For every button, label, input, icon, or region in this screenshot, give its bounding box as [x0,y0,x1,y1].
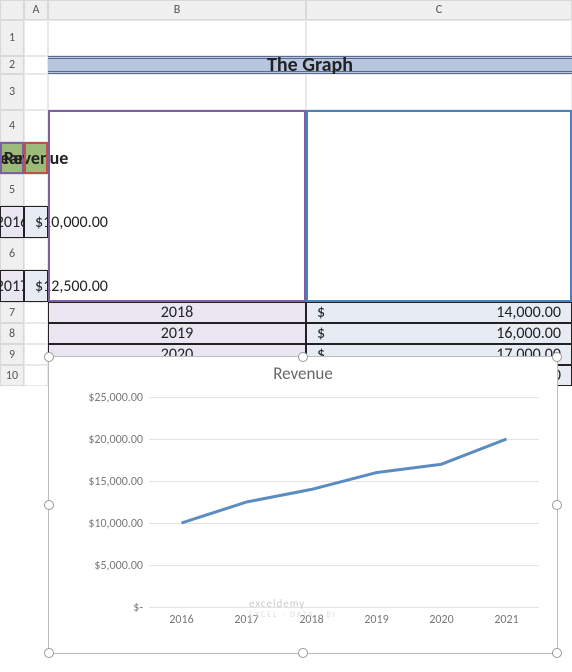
y-tick-5: $- [133,601,143,615]
row-head-2[interactable]: 2 [0,56,24,74]
cell-c3[interactable] [306,74,572,110]
cell-c1[interactable] [306,20,572,56]
resize-handle-n[interactable] [298,352,308,362]
y-tick-3: $10,000.00 [88,517,143,531]
revenue-cell-1[interactable]: $12,500.00 [24,270,48,302]
row-head-1[interactable]: 1 [0,20,24,56]
currency-symbol: $ [35,277,43,296]
title-cell[interactable]: The Graph [48,56,572,74]
cell-a4[interactable] [24,110,48,142]
row-head-8[interactable]: 8 [0,323,24,344]
cell-a5[interactable] [24,174,48,206]
row-head-4[interactable]: 4 [0,110,24,142]
currency-symbol: $ [317,303,325,322]
years-selection-box [48,110,306,302]
revenue-value: 12,500.00 [43,277,108,296]
col-head-a[interactable]: A [24,0,48,20]
x-tick-2: 2018 [299,613,323,627]
x-tick-4: 2020 [429,613,453,627]
currency-symbol: $ [317,324,325,343]
y-tick-1: $20,000.00 [88,433,143,447]
x-tick-5: 2021 [494,613,518,627]
chart-object[interactable]: Revenue $25,000.00 $20,000.00 $15,000.00… [48,356,558,654]
year-cell-2[interactable]: 2018 [48,302,306,323]
cell-a7[interactable] [24,302,48,323]
header-revenue[interactable]: Revenue [24,142,48,174]
chart-plot-area[interactable]: $25,000.00 $20,000.00 $15,000.00 $10,000… [149,397,539,607]
cell-a6[interactable] [24,238,48,270]
select-all-corner[interactable] [0,0,24,20]
row-head-3[interactable]: 3 [0,74,24,110]
y-tick-2: $15,000.00 [88,475,143,489]
revenue-cell-2[interactable]: $14,000.00 [306,302,572,323]
y-tick-4: $5,000.00 [94,559,143,573]
x-tick-1: 2017 [234,613,258,627]
currency-symbol: $ [35,213,43,232]
revenue-value: 10,000.00 [43,213,108,232]
y-tick-0: $25,000.00 [88,391,143,405]
revenue-cell-0[interactable]: $10,000.00 [24,206,48,238]
year-cell-0[interactable]: 2016 [0,206,24,238]
col-head-c[interactable]: C [306,0,572,20]
resize-handle-sw[interactable] [44,648,54,658]
chart-line-svg [149,397,539,607]
revenue-value: 16,000.00 [325,324,561,343]
revenue-cell-3[interactable]: $16,000.00 [306,323,572,344]
year-cell-3[interactable]: 2019 [48,323,306,344]
row-head-5[interactable]: 5 [0,174,24,206]
cell-a1[interactable] [24,20,48,56]
row-head-9[interactable]: 9 [0,344,24,365]
cell-b1[interactable] [48,20,306,56]
revenue-selection-box [306,110,572,302]
resize-handle-nw[interactable] [44,352,54,362]
row-head-7[interactable]: 7 [0,302,24,323]
row-head-6[interactable]: 6 [0,238,24,270]
revenue-value: 14,000.00 [325,303,561,322]
cell-b3[interactable] [48,74,306,110]
resize-handle-e[interactable] [552,500,562,510]
resize-handle-w[interactable] [44,500,54,510]
x-tick-3: 2019 [364,613,388,627]
chart-title[interactable]: Revenue [49,363,557,384]
cell-a8[interactable] [24,323,48,344]
resize-handle-s[interactable] [298,648,308,658]
chart-series-line [182,439,507,523]
cell-a3[interactable] [24,74,48,110]
col-head-b[interactable]: B [48,0,306,20]
cell-a10[interactable] [24,365,48,386]
row-head-10[interactable]: 10 [0,365,24,386]
year-cell-1[interactable]: 2017 [0,270,24,302]
x-tick-0: 2016 [169,613,193,627]
cell-a2[interactable] [24,56,48,74]
resize-handle-se[interactable] [552,648,562,658]
resize-handle-ne[interactable] [552,352,562,362]
